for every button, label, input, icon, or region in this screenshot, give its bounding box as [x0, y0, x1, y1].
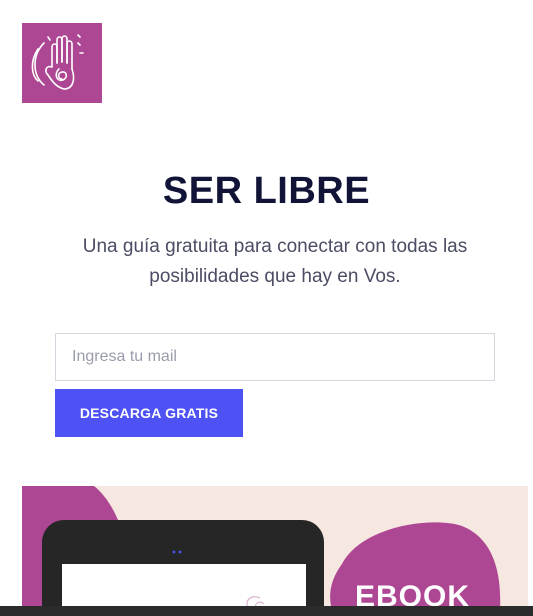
page-title: SER LIBRE: [162, 170, 371, 212]
tablet-screen: [62, 564, 306, 610]
landing-page: SER LIBRE Una guía gratuita para conecta…: [0, 0, 533, 616]
email-field[interactable]: [55, 333, 495, 381]
ebook-banner: EBOOK: [22, 486, 528, 610]
brand-logo[interactable]: [22, 23, 102, 103]
hand-icon: [31, 34, 84, 90]
page-subtitle: Una guía gratuita para conectar con toda…: [82, 236, 468, 287]
bottom-bar: [0, 606, 533, 616]
download-button[interactable]: DESCARGA GRATIS: [55, 389, 243, 437]
